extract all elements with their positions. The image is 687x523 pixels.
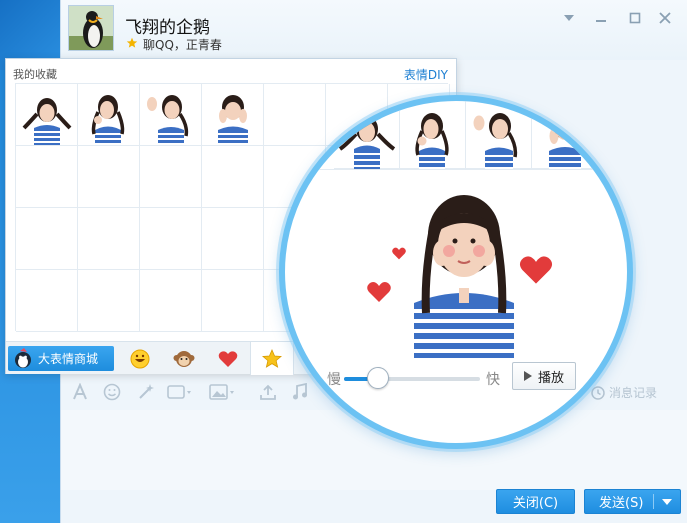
sticker-preview-magnifier: 慢 快 播放	[279, 95, 633, 449]
dropdown-icon[interactable]	[561, 10, 577, 26]
preview-sticker-row	[334, 101, 598, 169]
font-icon[interactable]	[71, 382, 89, 402]
sticker-cell[interactable]	[202, 270, 264, 332]
speed-slider-thumb[interactable]	[367, 367, 389, 389]
sticker-cell[interactable]	[78, 270, 140, 332]
upload-icon[interactable]	[259, 382, 277, 402]
maximize-icon[interactable]	[627, 10, 643, 26]
sticker-cell[interactable]	[202, 84, 264, 146]
preview-sticker[interactable]	[466, 101, 532, 169]
speed-slider-track[interactable]	[344, 377, 480, 381]
sticker-cell[interactable]	[202, 146, 264, 208]
sticker-cell[interactable]	[202, 208, 264, 270]
play-icon	[523, 371, 532, 381]
penguin-icon	[15, 348, 31, 368]
close-button-label: 关闭(C)	[512, 496, 559, 511]
send-button[interactable]: 发送(S)	[584, 489, 681, 514]
store-label: 大表情商城	[38, 352, 99, 366]
status-star-icon	[126, 37, 138, 48]
gif-icon[interactable]	[167, 382, 193, 402]
sticker-cell[interactable]	[78, 84, 140, 146]
emoji-icon[interactable]	[103, 382, 121, 402]
speed-fast-label: 快	[486, 372, 500, 388]
heart-icon	[367, 282, 391, 302]
sticker-cell[interactable]	[140, 270, 202, 332]
magic-wand-icon[interactable]	[137, 382, 155, 402]
favorites-title: 我的收藏	[13, 68, 57, 81]
minimize-icon[interactable]	[593, 10, 609, 26]
tab-smiley[interactable]	[118, 342, 162, 375]
image-icon[interactable]	[209, 382, 237, 402]
sticker-cell[interactable]	[140, 84, 202, 146]
heart-icon	[218, 350, 238, 367]
emoji-diy-link[interactable]: 表情DIY	[404, 66, 448, 83]
send-separator	[653, 494, 654, 509]
chat-header: 飞翔的企鹅 聊QQ，正青春	[61, 0, 687, 60]
sticker-cell[interactable]	[140, 208, 202, 270]
tab-monkey[interactable]	[162, 342, 206, 375]
tab-heart[interactable]	[206, 342, 250, 375]
send-options-arrow-icon[interactable]	[662, 499, 672, 505]
speed-slow-label: 慢	[327, 372, 341, 388]
close-icon[interactable]	[657, 10, 673, 26]
sticker-cell[interactable]	[78, 146, 140, 208]
sticker-cell[interactable]	[78, 208, 140, 270]
send-button-label: 发送(S)	[599, 496, 644, 511]
heart-icon	[519, 256, 553, 284]
preview-sticker[interactable]	[334, 101, 400, 169]
preview-sticker[interactable]	[400, 101, 466, 169]
avatar[interactable]	[68, 5, 114, 51]
contact-name[interactable]: 飞翔的企鹅	[125, 13, 210, 38]
sticker-cell[interactable]	[140, 146, 202, 208]
smiley-icon	[130, 349, 150, 368]
preview-divider	[285, 169, 627, 170]
sticker-cell[interactable]	[16, 270, 78, 332]
preview-sticker[interactable]	[532, 101, 598, 169]
play-button[interactable]: 播放	[512, 362, 576, 390]
star-icon	[262, 348, 282, 368]
close-button[interactable]: 关闭(C)	[496, 489, 575, 514]
tab-sticker-store[interactable]: 大表情商城	[8, 346, 114, 371]
contact-status: 聊QQ，正青春	[143, 38, 222, 52]
play-label: 播放	[537, 370, 564, 386]
heart-icon	[392, 247, 406, 260]
sticker-cell[interactable]	[16, 84, 78, 146]
sticker-cell[interactable]	[16, 146, 78, 208]
monkey-icon	[173, 350, 195, 367]
sticker-cell[interactable]	[16, 208, 78, 270]
